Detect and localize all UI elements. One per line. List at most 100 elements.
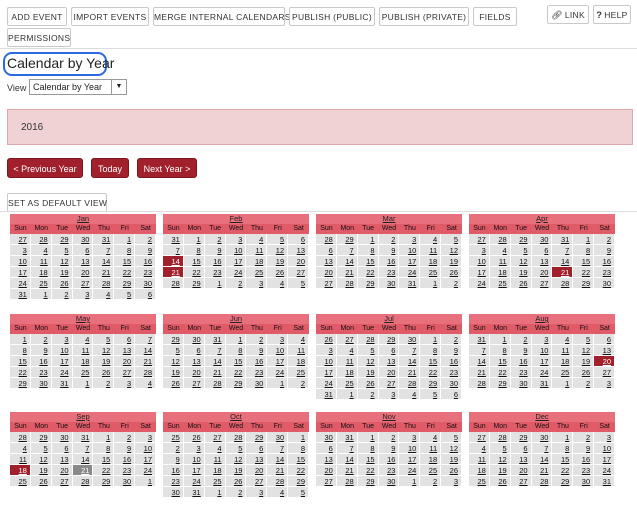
day-cell[interactable]: 13 (316, 256, 337, 267)
day-cell[interactable]: 12 (225, 454, 247, 465)
day-cell[interactable]: 27 (378, 378, 400, 389)
day-cell[interactable]: 19 (30, 465, 52, 476)
day-cell[interactable]: 7 (135, 334, 156, 345)
day-cell[interactable]: 15 (552, 454, 574, 465)
day-cell[interactable]: 29 (420, 378, 442, 389)
day-cell[interactable]: 22 (573, 267, 595, 278)
day-cell[interactable]: 3 (51, 334, 73, 345)
publish-public-button[interactable]: PUBLISH (PUBLIC) (289, 7, 375, 26)
day-cell[interactable]: 19 (441, 454, 462, 465)
day-cell[interactable]: 20 (510, 465, 532, 476)
day-cell[interactable]: 23 (246, 367, 268, 378)
day-cell[interactable]: 18 (420, 256, 442, 267)
day-cell[interactable]: 9 (163, 454, 184, 465)
day-cell[interactable]: 29 (10, 378, 31, 389)
day-cell[interactable]: 12 (267, 245, 289, 256)
day-cell[interactable]: 4 (93, 289, 115, 300)
add-event-button[interactable]: ADD EVENT (7, 7, 67, 26)
day-cell[interactable]: 9 (441, 345, 462, 356)
day-cell[interactable]: 8 (420, 345, 442, 356)
day-cell[interactable]: 25 (30, 278, 52, 289)
day-cell[interactable]: 28 (357, 334, 379, 345)
day-cell[interactable]: 14 (336, 256, 358, 267)
day-cell[interactable]: 20 (316, 267, 337, 278)
day-cell[interactable]: 22 (357, 465, 379, 476)
day-cell[interactable]: 20 (183, 367, 205, 378)
day-cell[interactable]: 31 (51, 378, 73, 389)
day-cell[interactable]: 29 (378, 334, 400, 345)
day-cell[interactable]: 29 (510, 432, 532, 443)
month-name-link[interactable]: Aug (535, 314, 548, 323)
month-name-link[interactable]: Apr (536, 214, 548, 223)
link-button[interactable]: 🔗︎ LINK (547, 5, 589, 24)
day-cell[interactable]: 5 (93, 334, 115, 345)
day-cell[interactable]: 23 (114, 465, 136, 476)
day-cell[interactable]: 30 (183, 334, 205, 345)
day-cell[interactable]: 5 (225, 443, 247, 454)
day-cell[interactable]: 1 (93, 432, 115, 443)
day-cell[interactable]: 30 (246, 378, 268, 389)
day-cell[interactable]: 24 (135, 465, 156, 476)
day-cell[interactable]: 6 (510, 443, 532, 454)
day-cell[interactable]: 6 (316, 443, 337, 454)
day-cell[interactable]: 11 (204, 454, 226, 465)
day-cell[interactable]: 31 (93, 234, 115, 245)
day-cell[interactable]: 28 (30, 234, 52, 245)
day-cell[interactable]: 4 (246, 234, 268, 245)
day-cell[interactable]: 28 (93, 278, 115, 289)
day-cell[interactable]: 12 (573, 345, 595, 356)
day-cell[interactable]: 1 (30, 289, 52, 300)
day-cell[interactable]: 27 (316, 476, 337, 487)
day-cell[interactable]: 5 (357, 345, 379, 356)
day-cell[interactable]: 3 (10, 245, 31, 256)
day-cell[interactable]: 9 (114, 443, 136, 454)
day-cell[interactable]: 28 (399, 378, 421, 389)
day-cell[interactable]: 7 (531, 443, 553, 454)
day-cell[interactable]: 24 (225, 267, 247, 278)
day-cell[interactable]: 5 (163, 345, 184, 356)
day-cell[interactable]: 13 (531, 256, 553, 267)
day-cell[interactable]: 15 (357, 454, 379, 465)
month-name-link[interactable]: Dec (535, 412, 548, 421)
day-cell[interactable]: 24 (316, 378, 337, 389)
day-cell[interactable]: 1 (267, 378, 289, 389)
day-cell[interactable]: 23 (573, 465, 595, 476)
day-cell[interactable]: 26 (267, 267, 289, 278)
day-cell[interactable]: 16 (573, 454, 595, 465)
day-cell[interactable]: 11 (246, 245, 268, 256)
day-cell[interactable]: 6 (316, 245, 337, 256)
day-cell[interactable]: 4 (420, 234, 442, 245)
day-cell[interactable]: 20 (316, 465, 337, 476)
day-cell[interactable]: 14 (72, 454, 94, 465)
day-cell[interactable]: 26 (225, 476, 247, 487)
day-cell[interactable]: 5 (441, 432, 462, 443)
day-cell[interactable]: 10 (51, 345, 73, 356)
day-cell[interactable]: 13 (594, 345, 615, 356)
day-cell[interactable]: 2 (573, 378, 595, 389)
day-cell[interactable]: 11 (420, 443, 442, 454)
day-cell[interactable]: 29 (510, 234, 532, 245)
day-cell[interactable]: 8 (357, 443, 379, 454)
day-cell[interactable]: 20 (72, 267, 94, 278)
day-cell[interactable]: 12 (357, 356, 379, 367)
day-cell[interactable]: 6 (594, 334, 615, 345)
day-cell[interactable]: 1 (552, 378, 574, 389)
day-cell[interactable]: 4 (30, 245, 52, 256)
day-cell[interactable]: 11 (420, 245, 442, 256)
day-cell[interactable]: 21 (72, 465, 94, 476)
day-cell[interactable]: 27 (204, 432, 226, 443)
day-cell[interactable]: 13 (114, 345, 136, 356)
day-cell[interactable]: 2 (510, 334, 532, 345)
day-cell[interactable]: 2 (441, 278, 462, 289)
day-cell[interactable]: 8 (225, 345, 247, 356)
day-cell[interactable]: 29 (183, 278, 205, 289)
day-cell[interactable]: 2 (573, 432, 595, 443)
day-cell[interactable]: 13 (288, 245, 309, 256)
day-cell[interactable]: 29 (489, 378, 511, 389)
day-cell[interactable]: 30 (531, 432, 553, 443)
day-cell[interactable]: 11 (489, 256, 511, 267)
day-cell[interactable]: 16 (594, 256, 615, 267)
day-cell[interactable]: 27 (51, 476, 73, 487)
day-cell[interactable]: 16 (114, 454, 136, 465)
day-cell[interactable]: 28 (552, 278, 574, 289)
